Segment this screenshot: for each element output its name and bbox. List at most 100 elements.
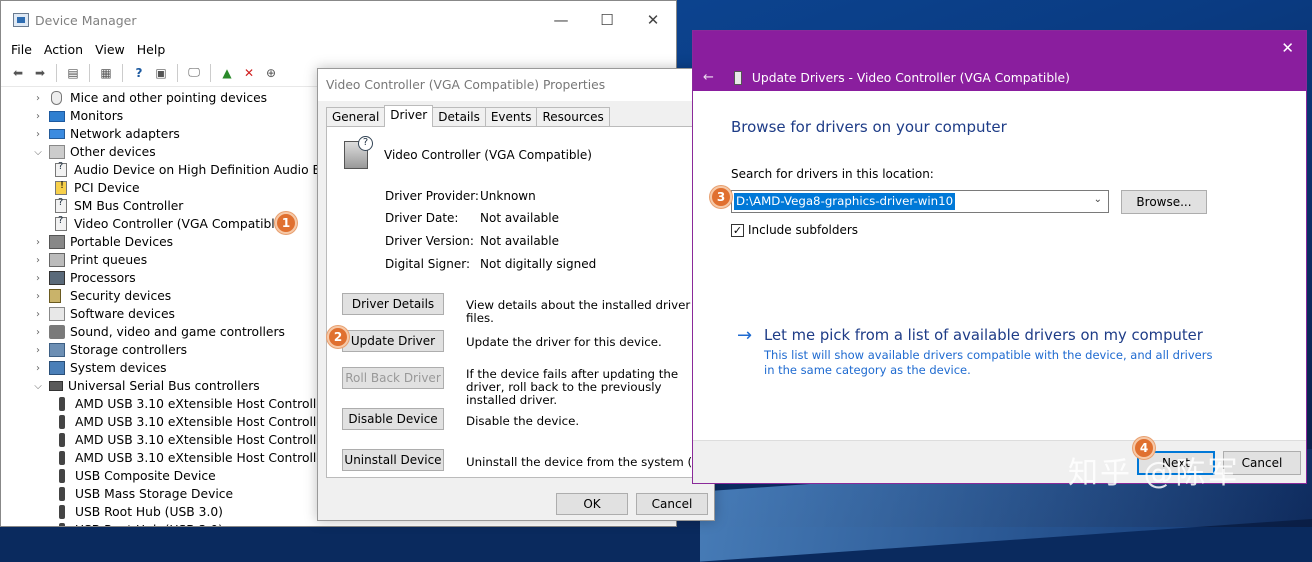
- pick-driver-title[interactable]: Let me pick from a list of available dri…: [764, 327, 1203, 344]
- menu-action[interactable]: Action: [44, 42, 83, 57]
- help-icon[interactable]: ?: [130, 64, 148, 82]
- storage-icon: [49, 343, 65, 357]
- tree-item-label: USB Root Hub (USB 3.0): [75, 523, 223, 526]
- tree-item-label: Video Controller (VGA Compatible): [74, 217, 288, 231]
- chevron-right-icon[interactable]: ›: [31, 93, 45, 104]
- wizard-title: Update Drivers - Video Controller (VGA C…: [751, 70, 1070, 85]
- maximize-button[interactable]: ☐: [584, 1, 630, 39]
- menu-file[interactable]: File: [11, 42, 32, 57]
- update-driver-description: Update the driver for this device.: [466, 335, 662, 349]
- tree-item-label: Portable Devices: [70, 235, 174, 249]
- back-arrow-icon[interactable]: ⬅: [9, 64, 27, 82]
- chevron-right-icon[interactable]: ›: [31, 255, 45, 266]
- warning-device-icon: [55, 180, 67, 195]
- usb-icon: [59, 397, 65, 411]
- usb-icon: [59, 505, 65, 519]
- network-icon: [49, 129, 65, 139]
- system-icon: [49, 361, 65, 375]
- annotation-badge-2: 2: [327, 326, 349, 348]
- usb-icon: [59, 487, 65, 501]
- chevron-down-icon[interactable]: ⌵: [31, 381, 45, 392]
- tree-item-label: PCI Device: [74, 181, 140, 195]
- driver-path-combobox[interactable]: D:\AMD-Vega8-graphics-driver-win10 ⌄: [731, 190, 1109, 213]
- field-value: Not digitally signed: [480, 257, 597, 271]
- chevron-right-icon[interactable]: ›: [31, 345, 45, 356]
- driver-tab-panel: Video Controller (VGA Compatible) Driver…: [326, 126, 759, 478]
- tree-item-label: System devices: [70, 361, 167, 375]
- list-view-icon[interactable]: ▦: [97, 64, 115, 82]
- window-title: Device Manager: [35, 12, 137, 28]
- chevron-right-icon[interactable]: ›: [31, 291, 45, 302]
- chevron-right-icon[interactable]: ›: [31, 273, 45, 284]
- disable-device-description: Disable the device.: [466, 414, 580, 428]
- scan-hardware-icon[interactable]: 🖵: [185, 64, 203, 82]
- usb-icon: [59, 415, 65, 429]
- unknown-device-icon: [55, 161, 67, 177]
- download-circle-icon[interactable]: ⊕: [262, 64, 280, 82]
- close-button[interactable]: ✕: [630, 1, 676, 39]
- update-driver-button[interactable]: Update Driver: [342, 330, 444, 352]
- chevron-right-icon[interactable]: ›: [31, 363, 45, 374]
- properties-dialog: Video Controller (VGA Compatible) Proper…: [317, 68, 759, 521]
- tree-item-label: Processors: [70, 271, 136, 285]
- title-bar: Device Manager — ☐ ✕: [1, 1, 676, 39]
- chevron-right-icon[interactable]: ›: [31, 327, 45, 338]
- chevron-right-icon[interactable]: ›: [31, 111, 45, 122]
- forward-arrow-icon[interactable]: ➡: [31, 64, 49, 82]
- software-icon: [49, 307, 65, 321]
- toolbar-separator: [210, 63, 211, 82]
- close-icon[interactable]: ✕: [1281, 39, 1294, 57]
- menu-help[interactable]: Help: [137, 42, 166, 57]
- include-subfolders-checkbox[interactable]: ✓ Include subfolders: [731, 223, 858, 237]
- minimize-button[interactable]: —: [538, 1, 584, 39]
- uninstall-device-button[interactable]: Uninstall Device: [342, 449, 444, 471]
- other-devices-icon: [49, 145, 65, 159]
- chevron-right-icon[interactable]: ›: [31, 237, 45, 248]
- annotation-badge-3: 3: [710, 186, 732, 208]
- tree-item-label: SM Bus Controller: [74, 199, 184, 213]
- menu-bar: File Action View Help: [1, 39, 676, 59]
- tab-general[interactable]: General: [326, 107, 386, 127]
- uninstall-x-icon[interactable]: ✕: [240, 64, 258, 82]
- tree-item-label: Mice and other pointing devices: [70, 91, 268, 105]
- driver-details-button[interactable]: Driver Details: [342, 293, 444, 315]
- tree-item-label: Sound, video and game controllers: [70, 325, 285, 339]
- driver-path-value[interactable]: D:\AMD-Vega8-graphics-driver-win10: [734, 193, 956, 210]
- details-view-icon[interactable]: ▣: [152, 64, 170, 82]
- usb-controller-icon: [49, 381, 63, 391]
- page-heading: Browse for drivers on your computer: [731, 118, 1007, 136]
- roll-back-driver-button[interactable]: Roll Back Driver: [342, 367, 444, 389]
- processor-icon: [49, 271, 65, 285]
- wizard-title-bar: ← Update Drivers - Video Controller (VGA…: [693, 64, 1306, 91]
- tree-item-label: Universal Serial Bus controllers: [68, 379, 260, 393]
- browse-button[interactable]: Browse...: [1121, 190, 1207, 214]
- cancel-button[interactable]: Cancel: [636, 493, 708, 515]
- tree-item-label: Storage controllers: [70, 343, 188, 357]
- usb-icon: [59, 523, 65, 526]
- field-value: Not available: [480, 234, 560, 248]
- unknown-device-icon: [55, 215, 67, 231]
- tab-events[interactable]: Events: [484, 107, 538, 127]
- include-subfolders-label: Include subfolders: [748, 223, 859, 237]
- tree-device-item[interactable]: USB Root Hub (USB 3.0): [7, 521, 676, 526]
- search-location-label: Search for drivers in this location:: [731, 167, 934, 181]
- disable-device-button[interactable]: Disable Device: [342, 408, 444, 430]
- chevron-right-icon[interactable]: ›: [31, 129, 45, 140]
- menu-view[interactable]: View: [95, 42, 125, 57]
- tab-driver[interactable]: Driver: [384, 105, 434, 127]
- chevron-down-icon[interactable]: ⌄: [1094, 194, 1102, 205]
- properties-sheet-icon[interactable]: ▤: [64, 64, 82, 82]
- tab-details[interactable]: Details: [432, 107, 486, 127]
- tab-resources[interactable]: Resources: [536, 107, 610, 127]
- usb-icon: [59, 469, 65, 483]
- ok-button[interactable]: OK: [556, 493, 628, 515]
- tree-item-label: Software devices: [70, 307, 175, 321]
- checkmark-icon[interactable]: ✓: [731, 223, 744, 237]
- update-driver-icon[interactable]: ▲: [218, 64, 236, 82]
- tree-item-label: Monitors: [70, 109, 124, 123]
- chevron-right-icon[interactable]: ›: [31, 309, 45, 320]
- back-arrow-icon[interactable]: ←: [703, 70, 714, 85]
- chevron-down-icon[interactable]: ⌵: [31, 147, 45, 158]
- security-icon: [49, 289, 61, 303]
- sound-icon: [49, 325, 65, 339]
